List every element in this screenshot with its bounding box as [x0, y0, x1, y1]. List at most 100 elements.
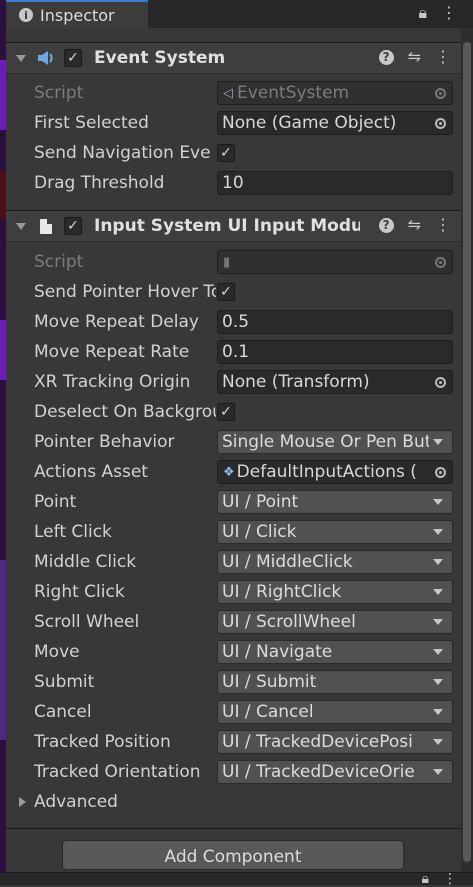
chevron-down-icon — [433, 529, 443, 535]
right-click-label: Right Click — [34, 582, 125, 602]
submit-label: Submit — [34, 672, 95, 692]
lock-icon[interactable]: 🔒︎ — [418, 5, 427, 21]
first-selected-label: First Selected — [34, 113, 149, 133]
chevron-down-icon — [433, 769, 443, 775]
move-repeat-rate-input[interactable]: 0.1 — [217, 340, 453, 364]
cancel-dropdown[interactable]: UI / Cancel — [217, 700, 453, 724]
actions-asset-field[interactable]: ❖ DefaultInputActions ( — [217, 460, 453, 484]
deselect-on-background-label: Deselect On Background Click — [34, 402, 216, 422]
foldout-arrow-icon[interactable] — [16, 222, 26, 230]
right-click-dropdown[interactable]: UI / RightClick — [217, 580, 453, 604]
first-selected-row: First Selected None (Game Object) — [34, 108, 454, 138]
left-click-dropdown[interactable]: UI / Click — [217, 520, 453, 544]
tab-inspector[interactable]: i Inspector — [6, 0, 148, 28]
object-picker-icon — [428, 82, 452, 104]
tab-bar: i Inspector 🔒︎ ⋮ — [6, 0, 473, 29]
object-picker-icon[interactable] — [428, 371, 452, 393]
tracked-orientation-dropdown[interactable]: UI / TrackedDeviceOrie — [217, 760, 453, 784]
chevron-down-icon — [433, 559, 443, 565]
point-row: Point UI / Point — [34, 487, 454, 517]
actions-asset-row: Actions Asset ❖ DefaultInputActions ( — [34, 457, 454, 487]
left-click-label: Left Click — [34, 522, 112, 542]
middle-click-dropdown[interactable]: UI / MiddleClick — [217, 550, 453, 574]
submit-dropdown[interactable]: UI / Submit — [217, 670, 453, 694]
chevron-down-icon — [433, 439, 443, 445]
help-icon[interactable]: ? — [378, 49, 394, 65]
move-repeat-delay-input[interactable]: 0.5 — [217, 310, 453, 334]
cancel-row: Cancel UI / Cancel — [34, 697, 454, 727]
middle-click-row: Middle Click UI / MiddleClick — [34, 547, 454, 577]
chevron-down-icon — [433, 619, 443, 625]
chevron-down-icon — [433, 679, 443, 685]
event-system-icon — [36, 49, 56, 67]
scroll-wheel-row: Scroll Wheel UI / ScrollWheel — [34, 607, 454, 637]
scrollbar-thumb[interactable] — [463, 42, 471, 862]
foldout-arrow-icon[interactable] — [16, 54, 26, 62]
send-pointer-hover-checkbox[interactable]: ✓ — [217, 283, 235, 301]
scroll-wheel-dropdown[interactable]: UI / ScrollWheel — [217, 610, 453, 634]
chevron-down-icon — [433, 709, 443, 715]
send-pointer-hover-row: Send Pointer Hover To Parent ✓ — [34, 277, 454, 307]
chevron-down-icon — [433, 499, 443, 505]
presets-icon[interactable]: ⇋ — [408, 49, 421, 65]
script-label: Script — [34, 252, 84, 272]
move-label: Move — [34, 642, 80, 662]
advanced-label: Advanced — [34, 792, 118, 812]
move-row: Move UI / Navigate — [34, 637, 454, 667]
kebab-menu-icon[interactable]: ⋮ — [441, 5, 457, 21]
move-repeat-delay-label: Move Repeat Delay — [34, 312, 199, 332]
input-module-header[interactable]: ✓ Input System UI Input Module ? ⇋ ⋮ — [6, 210, 461, 242]
drag-threshold-label: Drag Threshold — [34, 173, 165, 193]
bottom-tab-bar: 🔒︎ ⋮ — [0, 871, 473, 887]
lock-icon[interactable]: 🔒︎ — [422, 871, 429, 887]
send-navigation-checkbox[interactable]: ✓ — [217, 144, 235, 162]
script-field: ◁ EventSystem — [217, 81, 453, 105]
event-system-script-row: Script ◁ EventSystem — [34, 78, 454, 108]
tracked-position-dropdown[interactable]: UI / TrackedDevicePosi — [217, 730, 453, 754]
pointer-behavior-dropdown[interactable]: Single Mouse Or Pen But — [217, 430, 453, 454]
object-picker-icon[interactable] — [428, 112, 452, 134]
move-repeat-delay-row: Move Repeat Delay 0.5 — [34, 307, 454, 337]
deselect-on-background-row: Deselect On Background Click ✓ — [34, 397, 454, 427]
help-icon[interactable]: ? — [378, 217, 394, 233]
input-module-enabled-checkbox[interactable]: ✓ — [64, 217, 82, 235]
drag-threshold-input[interactable]: 10 — [217, 171, 453, 195]
pointer-behavior-label: Pointer Behavior — [34, 432, 175, 452]
info-icon: i — [19, 8, 33, 22]
event-system-enabled-checkbox[interactable]: ✓ — [64, 49, 82, 67]
object-picker-icon — [428, 251, 452, 273]
script-asset-icon: ◁ — [223, 85, 233, 101]
presets-icon[interactable]: ⇋ — [408, 217, 421, 233]
actions-asset-label: Actions Asset — [34, 462, 148, 482]
tab-title: Inspector — [40, 5, 115, 25]
send-navigation-label: Send Navigation Eve — [34, 143, 211, 163]
chevron-down-icon — [433, 739, 443, 745]
tracked-orientation-label: Tracked Orientation — [34, 762, 201, 782]
chevron-right-icon[interactable] — [19, 797, 26, 807]
event-system-header[interactable]: ✓ Event System ? ⇋ ⋮ — [6, 42, 461, 74]
chevron-down-icon — [433, 589, 443, 595]
send-pointer-hover-label: Send Pointer Hover To Parent — [34, 282, 216, 302]
xr-tracking-origin-field[interactable]: None (Transform) — [217, 370, 453, 394]
deselect-on-background-checkbox[interactable]: ✓ — [217, 403, 235, 421]
point-dropdown[interactable]: UI / Point — [217, 490, 453, 514]
move-dropdown[interactable]: UI / Navigate — [217, 640, 453, 664]
inspector-panel: ✓ Event System ? ⇋ ⋮ Script ◁ EventSyste… — [6, 28, 461, 873]
add-component-button[interactable]: Add Component — [62, 840, 404, 870]
kebab-menu-icon[interactable]: ⋮ — [443, 871, 457, 887]
move-repeat-rate-row: Move Repeat Rate 0.1 — [34, 337, 454, 367]
script-document-icon — [36, 217, 56, 235]
middle-click-label: Middle Click — [34, 552, 137, 572]
script-label: Script — [34, 83, 84, 103]
vertical-scrollbar[interactable] — [461, 28, 473, 872]
kebab-menu-icon[interactable]: ⋮ — [435, 49, 451, 65]
script-field: ▮ — [217, 250, 453, 274]
xr-tracking-origin-row: XR Tracking Origin None (Transform) — [34, 367, 454, 397]
input-actions-asset-icon: ❖ — [223, 464, 235, 480]
first-selected-field[interactable]: None (Game Object) — [217, 111, 453, 135]
kebab-menu-icon[interactable]: ⋮ — [435, 217, 451, 233]
advanced-foldout[interactable]: Advanced — [6, 787, 426, 817]
object-picker-icon[interactable] — [428, 461, 452, 483]
input-module-script-row: Script ▮ — [34, 247, 454, 277]
tracked-position-row: Tracked Position UI / TrackedDevicePosi — [34, 727, 454, 757]
